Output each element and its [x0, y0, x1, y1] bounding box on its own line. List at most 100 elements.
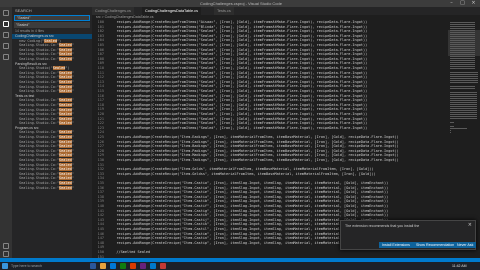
code-line[interactable]: recipes.AddRange(CreateRecipe("Item.Tadi…: [108, 158, 448, 163]
minimap-line: [450, 22, 475, 23]
minimap-line: [450, 92, 477, 93]
result-line-prefix: Sealing.Studio.Co:": [19, 56, 60, 61]
file-explorer-icon[interactable]: [100, 263, 106, 269]
maximize-icon[interactable]: □: [458, 0, 467, 7]
result-line[interactable]: Sealing.Studio.Co:"Sealed": [12, 56, 92, 62]
clock: 11:42 AM: [452, 264, 467, 268]
activity-bar: [0, 7, 12, 258]
tab-tests[interactable]: Tests.cs: [214, 7, 234, 15]
minimap-line: [450, 68, 475, 69]
never-ask-button[interactable]: Never Ask: [454, 242, 477, 248]
visual-studio-icon[interactable]: [140, 263, 146, 269]
result-match-highlight: Sealed: [59, 181, 72, 185]
result-line-prefix: Sealing.Studio.Co:": [19, 47, 60, 52]
result-line-suffix: ": [71, 158, 74, 163]
windows-start-icon[interactable]: [2, 263, 8, 269]
account-icon[interactable]: [3, 243, 9, 249]
minimap-line: [450, 62, 475, 63]
code-line[interactable]: recipes.AddRange(CreateRecipe("Item.Geld…: [108, 172, 448, 177]
result-line-prefix: Sealing.Studio.Co:": [19, 89, 60, 94]
store-icon[interactable]: [120, 263, 126, 269]
vscode-icon[interactable]: [150, 263, 156, 269]
result-line-suffix: ": [71, 130, 74, 135]
minimap-line: [450, 108, 477, 109]
result-line-suffix: ": [71, 98, 74, 103]
result-line-suffix: ": [71, 107, 74, 112]
result-line-suffix: ": [71, 121, 74, 126]
result-line-prefix: new Coding(": [19, 38, 45, 43]
result-line[interactable]: Sealing.Studio.Co:"Sealed": [12, 121, 92, 126]
minimap-line: [450, 126, 454, 127]
install-extensions-button[interactable]: Install Extensions: [379, 242, 413, 248]
result-line-suffix: ": [71, 167, 74, 172]
result-match-highlight: Sealed: [59, 135, 72, 140]
result-line-suffix: "): [65, 66, 70, 71]
result-line[interactable]: Sealing.Studio.Co:"Sealed": [12, 89, 92, 94]
search-input[interactable]: "Sealed": [14, 15, 90, 21]
minimap-line: [450, 24, 475, 25]
result-match-highlight: Sealed: [59, 75, 72, 80]
window-title: CodingChallenges.csproj - Visual Studio …: [200, 1, 282, 6]
source-control-icon[interactable]: [3, 32, 9, 38]
tab-bar: CodingChallenges.cs CodingChallengesData…: [92, 7, 480, 15]
minimap-line: [450, 104, 477, 105]
minimap-line: [450, 50, 475, 51]
tab-coding-challenges[interactable]: CodingChallenges.cs: [92, 7, 134, 15]
minimap-line: [450, 66, 475, 67]
explorer-icon[interactable]: [3, 10, 9, 16]
line-number-gutter: 100 101 102 103 104 105 106 107 108 109 110 111 112 1…: [92, 20, 106, 258]
gear-icon[interactable]: [3, 251, 9, 257]
result-line[interactable]: Sealing.Studio.Co:"Sealed": [12, 185, 92, 191]
result-line-prefix: Sealing.Studio.Co:": [19, 112, 60, 117]
minimap-line: [450, 80, 478, 81]
app-icon[interactable]: [160, 263, 166, 269]
result-line-suffix: ": [71, 144, 74, 149]
show-recommendations-button[interactable]: Show Recommendations: [413, 242, 459, 248]
result-line-prefix: Sealing.Studio.Co:": [19, 107, 60, 112]
minimize-icon[interactable]: –: [447, 0, 456, 7]
minimap-line: [450, 88, 476, 89]
result-line-prefix: Sealing.Studio.Co:": [19, 144, 60, 149]
taskview-icon[interactable]: [90, 263, 96, 269]
office-icon[interactable]: [130, 263, 136, 269]
tab-coding-challenges-datatable[interactable]: CodingChallengesDataTable.cs: [142, 7, 201, 15]
result-match-highlight: Sealed: [52, 66, 66, 71]
minimap-line: [450, 100, 477, 101]
result-match-highlight: Sealed: [59, 89, 72, 94]
search-icon[interactable]: [3, 21, 9, 27]
result-line-suffix: ": [71, 135, 74, 140]
result-line-suffix: ": [71, 56, 74, 61]
result-match-highlight: Sealed: [59, 185, 72, 190]
replace-input[interactable]: "Sealed": [14, 22, 90, 28]
result-line-suffix: ": [71, 176, 74, 181]
result-match-highlight: Sealed: [59, 144, 72, 149]
result-line-suffix: ": [71, 52, 74, 57]
minimap-line: [450, 30, 475, 31]
minimap-line: [450, 42, 475, 43]
minimap-line: [450, 38, 475, 39]
minimap-line: [450, 36, 475, 37]
close-icon[interactable]: ×: [468, 223, 472, 228]
search-results: CodingChallenges.cs src new Coding("Seale…: [12, 34, 92, 190]
edge-icon[interactable]: [110, 263, 116, 269]
result-line-prefix: Sealing.Studio.Co:": [19, 116, 60, 121]
result-match-highlight: Sealed: [59, 153, 72, 158]
close-window-icon[interactable]: ×: [469, 0, 478, 7]
code-line[interactable]: //Smelted Sealed: [108, 250, 448, 255]
result-match-highlight: Sealed: [59, 139, 72, 144]
debug-icon[interactable]: [3, 43, 9, 49]
result-line-prefix: Sealing.Studio.Co:": [19, 84, 60, 89]
minimap-line: [450, 34, 475, 35]
taskbar-search-input[interactable]: Type here to search: [11, 262, 42, 270]
result-match-highlight: Sealed: [44, 38, 57, 43]
result-line-prefix: Sealing.Studio.Co:": [19, 162, 60, 167]
search-sidebar: SEARCH "Sealed" "Sealed" 14 results in 4…: [12, 7, 92, 258]
minimap-line: [450, 48, 475, 49]
extensions-icon[interactable]: [3, 54, 9, 60]
code-line[interactable]: recipes.AddRange(CreateRecipeFromItems("…: [108, 126, 448, 131]
minimap-line: [450, 28, 475, 29]
result-line-suffix: ": [71, 185, 74, 190]
result-line-suffix: ": [71, 70, 74, 75]
minimap-line: [450, 74, 478, 75]
result-line-prefix: Sealing.Studio.Co:": [19, 135, 60, 140]
